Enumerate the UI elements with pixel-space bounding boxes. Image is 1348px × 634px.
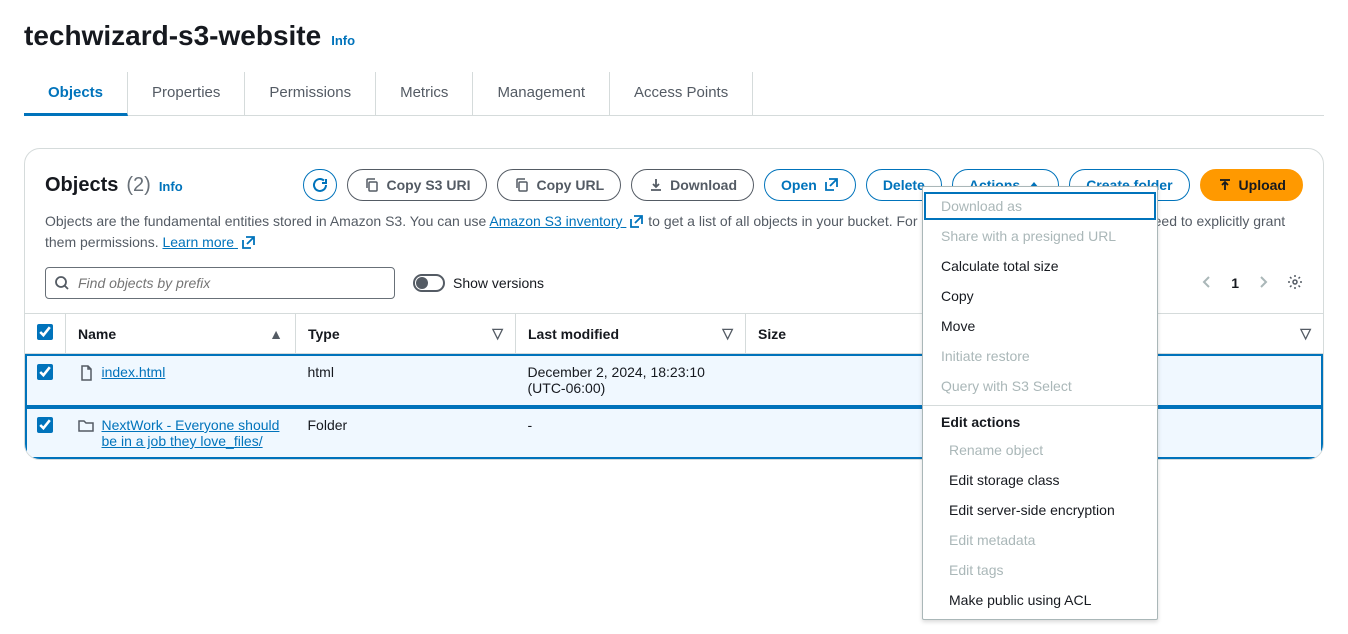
copy-url-label: Copy URL [536,177,604,193]
search-box[interactable] [45,267,395,299]
tab-access-points[interactable]: Access Points [610,72,753,115]
row-checkbox[interactable] [37,417,53,433]
panel-title: Objects [45,174,118,197]
menu-calculate-size[interactable]: Calculate total size [923,251,1157,281]
menu-edit-tags: Edit tags [923,555,1157,585]
tab-metrics[interactable]: Metrics [376,72,473,115]
chevron-left-icon [1199,274,1215,290]
chevron-right-icon [1255,274,1271,290]
learn-more-link[interactable]: Learn more [162,234,255,250]
copy-url-button[interactable]: Copy URL [497,169,621,201]
menu-copy[interactable]: Copy [923,281,1157,311]
gear-icon [1287,274,1303,290]
menu-rename-object: Rename object [923,435,1157,465]
col-type[interactable]: Type [308,326,340,342]
download-button[interactable]: Download [631,169,754,201]
object-name-link[interactable]: NextWork - Everyone should be in a job t… [102,417,282,449]
tab-bar: Objects Properties Permissions Metrics M… [24,72,1324,116]
menu-initiate-restore: Initiate restore [923,341,1157,371]
page-next-button[interactable] [1251,270,1275,297]
tab-properties[interactable]: Properties [128,72,245,115]
open-label: Open [781,177,817,193]
sort-icon: ▽ [722,325,733,342]
panel-info-link[interactable]: Info [159,179,183,194]
page-prev-button[interactable] [1195,270,1219,297]
search-input[interactable] [78,275,386,291]
external-link-icon [240,235,256,251]
sort-icon: ▽ [492,325,503,342]
col-size[interactable]: Size [758,326,786,342]
sort-asc-icon: ▲ [269,326,283,342]
show-versions-toggle[interactable] [413,274,445,292]
bucket-title: techwizard-s3-website [24,20,321,52]
object-last-modified: December 2, 2024, 18:23:10 (UTC-06:00) [516,354,746,407]
menu-edit-metadata: Edit metadata [923,525,1157,555]
menu-move[interactable]: Move [923,311,1157,341]
open-button[interactable]: Open [764,169,856,201]
menu-edit-header: Edit actions [923,405,1157,435]
refresh-icon [312,177,328,193]
page-number: 1 [1231,275,1239,291]
menu-edit-encryption[interactable]: Edit server-side encryption [923,495,1157,525]
menu-share-presigned: Share with a presigned URL [923,221,1157,251]
col-name[interactable]: Name [78,326,116,342]
copy-icon [364,177,380,193]
copy-icon [514,177,530,193]
show-versions-label: Show versions [453,275,544,291]
upload-icon [1217,177,1233,193]
menu-download-as: Download as [923,191,1157,221]
object-type: html [296,354,516,407]
object-type: Folder [296,407,516,460]
upload-button[interactable]: Upload [1200,169,1303,201]
menu-query-s3-select: Query with S3 Select [923,371,1157,401]
header-info-link[interactable]: Info [331,33,355,48]
copy-s3-uri-button[interactable]: Copy S3 URI [347,169,487,201]
refresh-button[interactable] [303,169,337,201]
settings-button[interactable] [1287,274,1303,293]
folder-icon [78,418,94,434]
row-checkbox[interactable] [37,364,53,380]
select-all-checkbox[interactable] [37,324,53,340]
actions-dropdown: Download as Share with a presigned URL C… [922,186,1158,620]
panel-count: (2) [126,174,150,197]
copy-s3-uri-label: Copy S3 URI [386,177,470,193]
object-name-link[interactable]: index.html [102,364,166,380]
menu-edit-storage-class[interactable]: Edit storage class [923,465,1157,495]
external-link-icon [823,177,839,193]
delete-label: Delete [883,177,925,193]
upload-label: Upload [1239,177,1286,193]
s3-inventory-link[interactable]: Amazon S3 inventory [489,213,644,229]
file-icon [78,365,94,381]
sort-icon: ▽ [1300,325,1311,342]
tab-management[interactable]: Management [473,72,610,115]
tab-permissions[interactable]: Permissions [245,72,376,115]
menu-make-public-acl[interactable]: Make public using ACL [923,585,1157,615]
tab-objects[interactable]: Objects [24,72,128,116]
search-icon [54,275,70,291]
download-label: Download [670,177,737,193]
download-icon [648,177,664,193]
object-last-modified: - [516,407,746,460]
col-last-modified[interactable]: Last modified [528,326,619,342]
external-link-icon [628,214,644,230]
